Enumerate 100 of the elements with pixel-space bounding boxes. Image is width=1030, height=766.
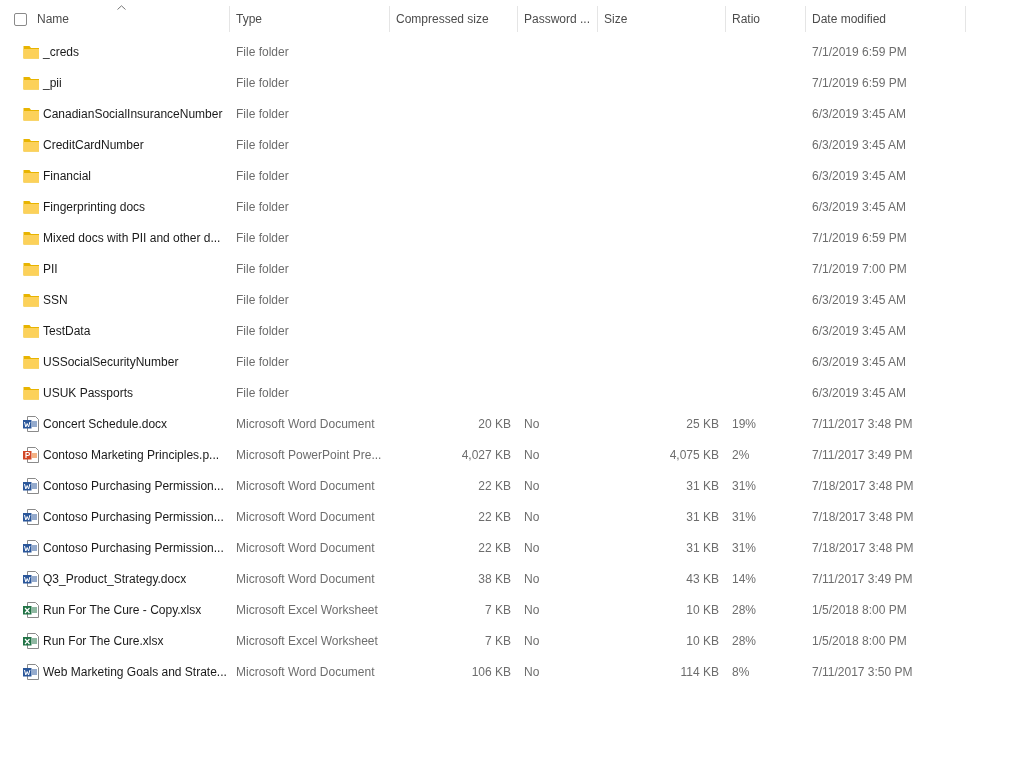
date-modified: 6/3/2019 3:45 AM (812, 199, 907, 214)
date-modified: 6/3/2019 3:45 AM (812, 168, 907, 183)
file-type: Microsoft Word Document (236, 509, 375, 524)
date-modified: 1/5/2018 8:00 PM (812, 602, 907, 617)
presentation-document-icon (23, 446, 39, 463)
compression-ratio: 2% (732, 447, 750, 462)
file-type: File folder (236, 385, 289, 400)
folder-icon (23, 136, 39, 153)
file-name[interactable]: Contoso Purchasing Permission... (43, 478, 224, 493)
folder-icon (23, 105, 39, 122)
file-type: Microsoft Word Document (236, 571, 375, 586)
word-document-icon (23, 508, 39, 525)
date-modified: 7/18/2017 3:48 PM (812, 478, 914, 493)
file-name[interactable]: CanadianSocialInsuranceNumber (43, 106, 223, 121)
compression-ratio: 14% (732, 571, 757, 586)
folder-icon (23, 198, 39, 215)
folder-icon (23, 43, 39, 60)
file-name[interactable]: Run For The Cure.xlsx (43, 633, 164, 648)
column-header[interactable]: Date modified (812, 12, 887, 26)
file-type: Microsoft Excel Worksheet (236, 633, 378, 648)
file-size: 25 KB (686, 416, 719, 431)
file-size: 43 KB (686, 571, 719, 586)
compressed-size: 22 KB (478, 478, 511, 493)
column-header[interactable]: Password ... (524, 12, 591, 26)
date-modified: 7/18/2017 3:48 PM (812, 509, 914, 524)
file-type: File folder (236, 106, 289, 121)
word-document-icon (23, 477, 39, 494)
file-name[interactable]: USSocialSecurityNumber (43, 354, 179, 369)
compression-ratio: 8% (732, 664, 750, 679)
password-protected: No (524, 633, 540, 648)
file-name[interactable]: TestData (43, 323, 91, 338)
date-modified: 6/3/2019 3:45 AM (812, 354, 907, 369)
file-type: File folder (236, 199, 289, 214)
spreadsheet-document-icon (23, 632, 39, 649)
date-modified: 6/3/2019 3:45 AM (812, 385, 907, 400)
date-modified: 6/3/2019 3:45 AM (812, 106, 907, 121)
password-protected: No (524, 478, 540, 493)
date-modified: 7/1/2019 6:59 PM (812, 230, 907, 245)
file-size: 31 KB (686, 478, 719, 493)
file-size: 10 KB (686, 633, 719, 648)
column-header[interactable]: Size (604, 12, 628, 26)
file-name[interactable]: PII (43, 261, 58, 276)
file-name[interactable]: Q3_Product_Strategy.docx (43, 571, 187, 586)
file-name[interactable]: _creds (43, 44, 80, 59)
file-name[interactable]: CreditCardNumber (43, 137, 144, 152)
compression-ratio: 28% (732, 633, 757, 648)
file-type: File folder (236, 292, 289, 307)
compressed-size: 22 KB (478, 540, 511, 555)
date-modified: 7/11/2017 3:50 PM (812, 664, 913, 679)
date-modified: 7/11/2017 3:49 PM (812, 447, 913, 462)
folder-icon (23, 353, 39, 370)
file-type: Microsoft PowerPoint Pre... (236, 447, 382, 462)
folder-icon (23, 229, 39, 246)
file-type: Microsoft Word Document (236, 540, 375, 555)
file-type: File folder (236, 168, 289, 183)
file-type: File folder (236, 323, 289, 338)
date-modified: 6/3/2019 3:45 AM (812, 137, 907, 152)
file-name[interactable]: Run For The Cure - Copy.xlsx (43, 602, 202, 617)
password-protected: No (524, 540, 540, 555)
file-name[interactable]: Fingerprinting docs (43, 199, 146, 214)
file-name[interactable]: Mixed docs with PII and other d... (43, 230, 221, 245)
column-header[interactable]: Name (37, 12, 69, 26)
word-document-icon (23, 539, 39, 556)
compression-ratio: 31% (732, 509, 757, 524)
file-type: File folder (236, 75, 289, 90)
file-name[interactable]: Concert Schedule.docx (43, 416, 168, 431)
folder-icon (23, 322, 39, 339)
file-name[interactable]: Web Marketing Goals and Strate... (43, 664, 227, 679)
file-name[interactable]: SSN (43, 292, 68, 307)
file-name[interactable]: _pii (43, 75, 62, 90)
file-name[interactable]: Financial (43, 168, 92, 183)
word-document-icon (23, 570, 39, 587)
date-modified: 6/3/2019 3:45 AM (812, 323, 907, 338)
file-size: 114 KB (680, 664, 719, 679)
file-type: File folder (236, 354, 289, 369)
password-protected: No (524, 447, 540, 462)
compressed-size: 22 KB (478, 509, 511, 524)
date-modified: 7/1/2019 6:59 PM (812, 44, 907, 59)
compressed-size: 7 KB (485, 633, 511, 648)
compressed-size: 7 KB (485, 602, 511, 617)
file-name[interactable]: Contoso Marketing Principles.p... (43, 447, 220, 462)
compression-ratio: 31% (732, 540, 757, 555)
file-type: File folder (236, 44, 289, 59)
file-name[interactable]: Contoso Purchasing Permission... (43, 509, 224, 524)
file-type: File folder (236, 137, 289, 152)
file-type: Microsoft Excel Worksheet (236, 602, 378, 617)
column-header[interactable]: Ratio (732, 12, 760, 26)
file-size: 10 KB (686, 602, 719, 617)
compression-ratio: 28% (732, 602, 757, 617)
select-all-checkbox[interactable] (14, 12, 27, 26)
date-modified: 1/5/2018 8:00 PM (812, 633, 907, 648)
compressed-size: 4,027 KB (461, 447, 511, 462)
spreadsheet-document-icon (23, 601, 39, 618)
column-header[interactable]: Type (236, 12, 262, 26)
date-modified: 7/1/2019 7:00 PM (812, 261, 907, 276)
column-header[interactable]: Compressed size (396, 12, 489, 26)
password-protected: No (524, 664, 540, 679)
file-name[interactable]: Contoso Purchasing Permission... (43, 540, 224, 555)
word-document-icon (23, 663, 39, 680)
file-name[interactable]: USUK Passports (43, 385, 134, 400)
